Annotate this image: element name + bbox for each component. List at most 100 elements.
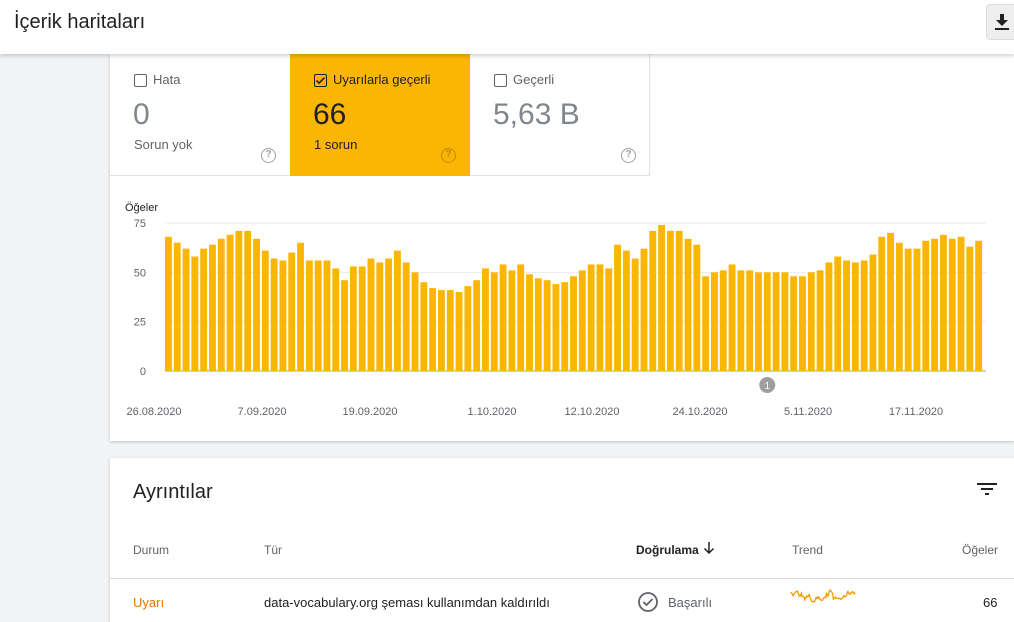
bar[interactable] [666, 230, 674, 371]
bar[interactable] [860, 260, 868, 371]
bar[interactable] [913, 248, 921, 371]
bar[interactable] [763, 272, 771, 371]
bar[interactable] [640, 248, 648, 371]
bar[interactable] [446, 290, 454, 371]
bar[interactable] [622, 250, 630, 371]
bar[interactable] [420, 282, 428, 371]
annotation-marker[interactable]: 1 [759, 377, 776, 393]
bar[interactable] [737, 270, 745, 371]
bar[interactable] [851, 262, 859, 371]
bar[interactable] [332, 268, 340, 371]
bar[interactable] [781, 272, 789, 371]
bar[interactable] [226, 234, 234, 371]
bar[interactable] [482, 268, 489, 371]
bar[interactable] [464, 286, 472, 371]
bar[interactable] [975, 240, 983, 371]
bar[interactable] [209, 244, 216, 371]
column-header-validation[interactable]: Doğrulama [636, 543, 699, 557]
bar[interactable] [561, 282, 569, 371]
row-type[interactable]: data-vocabulary.org şeması kullanımdan k… [264, 595, 550, 610]
bar[interactable] [279, 260, 287, 371]
bar[interactable] [807, 272, 815, 371]
bar[interactable] [922, 240, 930, 371]
bar[interactable] [939, 234, 947, 371]
bar[interactable] [235, 230, 243, 371]
bar[interactable] [314, 260, 322, 371]
bar[interactable] [253, 238, 260, 371]
bar[interactable] [702, 276, 710, 371]
column-header-status[interactable]: Durum [133, 543, 169, 557]
bar[interactable] [816, 270, 824, 371]
bar[interactable] [261, 250, 269, 371]
download-button[interactable] [986, 4, 1014, 40]
bar[interactable] [587, 264, 595, 371]
bar[interactable] [957, 236, 965, 371]
bar[interactable] [711, 272, 718, 371]
bar[interactable] [526, 274, 533, 371]
bar[interactable] [904, 248, 912, 371]
bar[interactable] [543, 280, 551, 371]
bar[interactable] [270, 258, 278, 371]
bar[interactable] [182, 248, 190, 371]
bar[interactable] [843, 260, 850, 371]
bar[interactable] [288, 252, 296, 371]
bar[interactable] [244, 230, 252, 371]
bar[interactable] [429, 288, 437, 371]
bar[interactable] [834, 256, 842, 371]
bar[interactable] [367, 258, 375, 371]
bar[interactable] [728, 264, 736, 371]
filter-icon[interactable] [976, 480, 1000, 498]
bar[interactable] [578, 270, 586, 371]
bar[interactable] [755, 272, 762, 371]
bar[interactable] [349, 266, 357, 371]
bar[interactable] [517, 264, 525, 371]
bar[interactable] [658, 224, 666, 371]
bar[interactable] [570, 276, 577, 371]
bar[interactable] [191, 256, 199, 371]
column-header-type[interactable]: Tür [264, 543, 282, 557]
bar[interactable] [948, 238, 956, 371]
bar[interactable] [869, 254, 877, 371]
bar[interactable] [605, 268, 613, 371]
sort-arrow-down-icon[interactable] [703, 541, 715, 555]
bar[interactable] [746, 270, 754, 371]
bar[interactable] [790, 276, 798, 371]
bar[interactable] [297, 242, 304, 371]
column-header-trend[interactable]: Trend [792, 543, 823, 557]
bar[interactable] [931, 238, 939, 371]
bar[interactable] [966, 246, 974, 371]
bar[interactable] [323, 260, 331, 371]
bar[interactable] [173, 242, 181, 371]
bar[interactable] [358, 266, 366, 371]
bar[interactable] [596, 264, 604, 371]
bar[interactable] [693, 244, 701, 371]
bar[interactable] [165, 236, 172, 371]
bar[interactable] [631, 258, 639, 371]
bar[interactable] [887, 232, 894, 371]
bar[interactable] [878, 236, 886, 371]
bar[interactable] [895, 242, 903, 371]
bar[interactable] [385, 258, 393, 371]
bar[interactable] [376, 262, 384, 371]
bar[interactable] [719, 270, 727, 371]
bar[interactable] [614, 244, 621, 371]
bar[interactable] [649, 230, 657, 371]
bar[interactable] [217, 238, 225, 371]
bar[interactable] [438, 290, 445, 371]
bar[interactable] [341, 280, 348, 371]
bar[interactable] [825, 262, 833, 371]
bar[interactable] [393, 250, 401, 371]
bar[interactable] [305, 260, 313, 371]
bar[interactable] [200, 248, 208, 371]
bar[interactable] [490, 272, 498, 371]
bar[interactable] [402, 262, 410, 371]
bar[interactable] [772, 272, 780, 371]
bar[interactable] [455, 292, 463, 371]
bar[interactable] [534, 278, 542, 371]
bar[interactable] [799, 276, 806, 371]
bar[interactable] [675, 230, 683, 371]
bar[interactable] [552, 284, 560, 371]
bar[interactable] [684, 238, 692, 371]
column-header-items[interactable]: Öğeler [962, 543, 998, 557]
bar[interactable] [411, 272, 419, 371]
